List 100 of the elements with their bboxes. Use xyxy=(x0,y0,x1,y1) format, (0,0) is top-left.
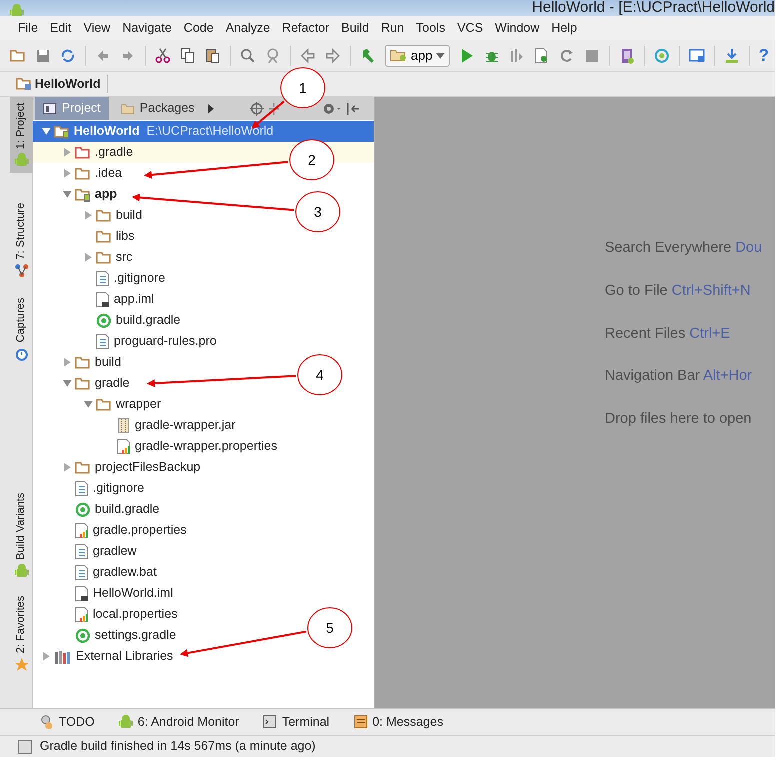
collapse-arrow-icon[interactable] xyxy=(62,190,72,199)
tree-item[interactable]: gradle xyxy=(33,373,133,394)
rerun-icon[interactable] xyxy=(558,48,575,64)
paste-icon[interactable] xyxy=(205,48,221,64)
folder-icon xyxy=(75,376,91,392)
menu-item[interactable]: Build xyxy=(336,18,376,38)
status-text: Gradle build finished in 14s 567ms (a minute ago) xyxy=(40,738,316,756)
tree-item[interactable]: src xyxy=(33,247,136,268)
folder-icon xyxy=(96,208,112,224)
expand-arrow-icon[interactable] xyxy=(62,358,72,367)
expand-arrow-icon[interactable] xyxy=(42,652,50,661)
star-icon xyxy=(14,658,28,672)
hammer-icon[interactable] xyxy=(360,48,376,64)
hide-panel-icon[interactable] xyxy=(346,102,360,116)
folder-icon xyxy=(16,76,32,92)
tree-item[interactable]: proguard-rules.pro xyxy=(33,331,220,352)
help-button[interactable]: ? xyxy=(758,46,770,64)
settings-icon[interactable] xyxy=(322,102,342,116)
tree-item[interactable]: HelloWorld E:\UCPract\HelloWorld xyxy=(33,121,374,142)
menu-item[interactable]: View xyxy=(78,18,117,38)
expand-arrow-icon[interactable] xyxy=(62,169,72,178)
forward-icon[interactable] xyxy=(325,48,341,64)
tree-item[interactable]: wrapper xyxy=(33,394,164,415)
tree-item[interactable]: .idea xyxy=(33,163,126,184)
tool-window-tab[interactable]: Terminal xyxy=(263,712,330,732)
tree-item[interactable]: gradle-wrapper.jar xyxy=(33,415,239,436)
hint-text: Drop files here to open xyxy=(605,410,753,430)
folder-icon xyxy=(120,102,135,114)
side-tool-tab[interactable]: 1: Project xyxy=(10,97,33,174)
tree-item[interactable]: settings.gradle xyxy=(33,625,180,646)
window-icon[interactable] xyxy=(688,48,705,64)
run-configuration-dropdown[interactable]: app xyxy=(385,44,450,66)
module-folder-icon xyxy=(390,48,408,63)
expand-arrow-icon[interactable] xyxy=(62,463,72,472)
menu-item[interactable]: Code xyxy=(178,18,220,38)
stop-icon[interactable] xyxy=(584,48,600,64)
collapse-arrow-icon[interactable] xyxy=(42,127,50,136)
status-toggle-icon[interactable] xyxy=(18,740,32,754)
tree-item[interactable]: gradlew.bat xyxy=(33,562,160,583)
menu-item[interactable]: Window xyxy=(489,18,546,38)
tool-window-tab[interactable]: TODO xyxy=(40,712,95,732)
hint-text: Search Everywhere Dou xyxy=(605,239,764,258)
tree-item[interactable]: app xyxy=(33,184,120,205)
menu-item[interactable]: Run xyxy=(375,18,410,38)
folder-icon xyxy=(75,354,91,370)
menu-item[interactable]: Tools xyxy=(410,18,452,38)
tool-window-tab[interactable]: 6: Android Monitor xyxy=(118,712,240,732)
side-tool-tab[interactable]: 2: Favorites xyxy=(10,590,33,678)
expand-arrow-icon[interactable] xyxy=(84,253,92,262)
tree-item[interactable]: .gitignore xyxy=(33,478,148,499)
properties-file-icon xyxy=(75,606,89,622)
bars-icon[interactable] xyxy=(508,48,525,64)
tool-window-tab[interactable]: 0: Messages xyxy=(354,712,444,732)
stopwatch-icon xyxy=(14,346,28,361)
expand-arrow-icon[interactable] xyxy=(62,148,72,157)
collapse-arrow-icon[interactable] xyxy=(84,400,92,409)
text-file-icon xyxy=(96,270,110,286)
window-title: HelloWorld - [E:\UCPract\HelloWorld xyxy=(532,0,775,16)
back-icon[interactable] xyxy=(300,48,316,64)
menu-item[interactable]: Navigate xyxy=(116,18,178,38)
tree-item[interactable]: projectFilesBackup xyxy=(33,457,204,478)
menu-item[interactable]: File xyxy=(12,18,44,38)
file-bug-icon[interactable] xyxy=(534,48,550,64)
tree-item[interactable]: build xyxy=(33,352,124,373)
collapse-arrow-icon[interactable] xyxy=(62,379,72,388)
text-file-icon xyxy=(96,334,110,350)
tree-item[interactable]: HelloWorld.iml xyxy=(33,583,176,604)
target-icon[interactable] xyxy=(250,102,264,116)
tree-item[interactable]: build.gradle xyxy=(33,310,184,331)
scissors-icon[interactable] xyxy=(155,48,171,64)
messages-icon xyxy=(354,715,368,729)
panel-tab[interactable]: Packages xyxy=(112,97,203,120)
side-tool-tab[interactable]: Captures xyxy=(10,292,33,367)
breadcrumb-item[interactable]: HelloWorld xyxy=(16,74,108,94)
menu-item[interactable]: Help xyxy=(546,18,584,38)
menu-item[interactable]: Refactor xyxy=(276,18,336,38)
properties-file-icon xyxy=(117,438,131,454)
tree-item[interactable]: build.gradle xyxy=(33,499,163,520)
tree-item[interactable]: gradle.properties xyxy=(33,520,190,541)
download-icon[interactable] xyxy=(724,48,740,64)
side-tool-tab[interactable]: 7: Structure xyxy=(10,197,33,284)
module-file-icon xyxy=(75,586,89,602)
tree-item[interactable]: local.properties xyxy=(33,604,181,625)
tree-item[interactable]: gradlew xyxy=(33,541,140,562)
tree-item[interactable]: app.iml xyxy=(33,289,158,310)
save-icon[interactable] xyxy=(35,48,51,64)
tree-item[interactable]: libs xyxy=(33,226,138,247)
tree-item[interactable]: gradle-wrapper.properties xyxy=(33,436,280,457)
folder-icon[interactable] xyxy=(10,48,26,64)
more-tabs-arrow-icon[interactable] xyxy=(206,104,215,114)
tree-item[interactable]: External Libraries xyxy=(33,646,176,667)
tree-item[interactable]: .gitignore xyxy=(33,268,168,289)
menu-item[interactable]: Analyze xyxy=(220,18,276,38)
tree-item[interactable]: build xyxy=(33,205,146,226)
copy-icon[interactable] xyxy=(180,48,196,64)
menu-item[interactable]: Edit xyxy=(44,18,78,38)
expand-arrow-icon[interactable] xyxy=(84,211,92,220)
side-tool-tab[interactable]: Build Variants xyxy=(10,486,33,584)
menu-item[interactable]: VCS xyxy=(451,18,490,38)
structure-icon xyxy=(14,264,28,278)
